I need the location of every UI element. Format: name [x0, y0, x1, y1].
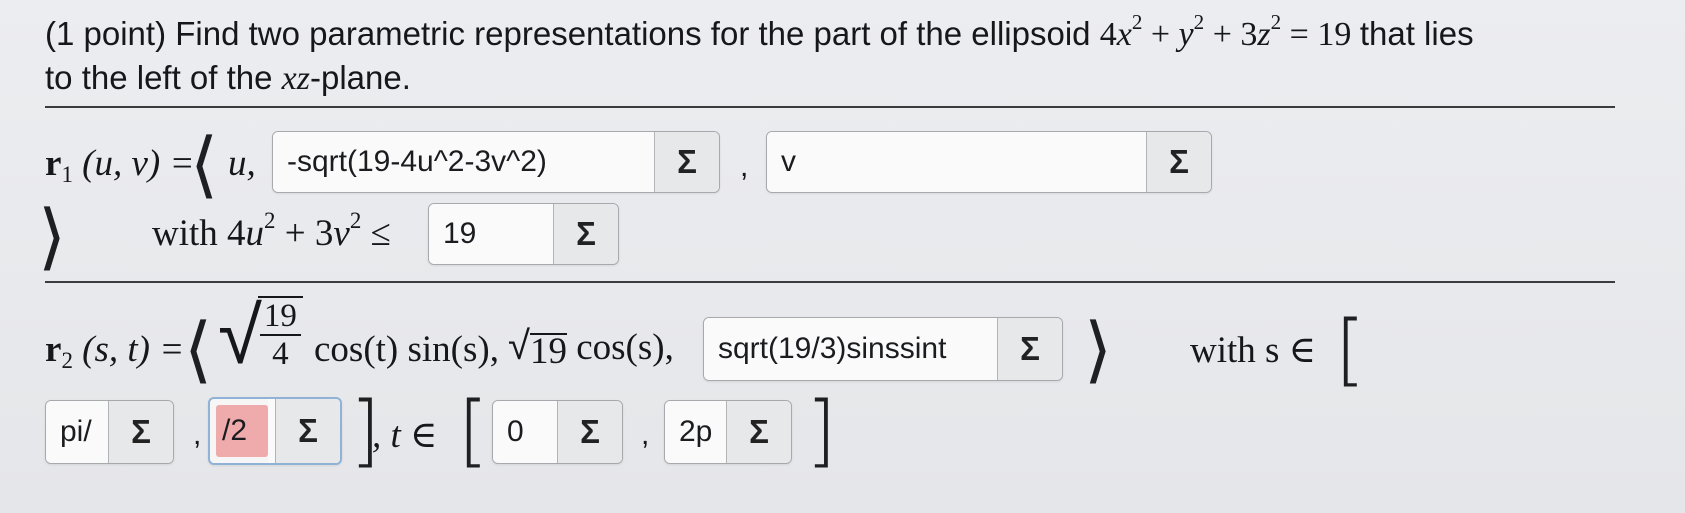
- t-low-sigma-button[interactable]: Σ: [557, 401, 622, 463]
- points-label: (1 point): [45, 15, 167, 52]
- cond-with: with 4: [152, 213, 246, 254]
- t-high-input[interactable]: 2p: [665, 401, 726, 463]
- cond-exp: 2: [264, 207, 276, 233]
- divider-middle: [45, 281, 1615, 283]
- r1-y-sigma-button[interactable]: Σ: [654, 132, 719, 192]
- eq-exp: 2: [1193, 10, 1205, 35]
- plane-var: xz: [281, 60, 310, 97]
- r1-bound-field[interactable]: 19 Σ: [428, 203, 619, 265]
- eq-y: y: [1178, 16, 1194, 53]
- r1-bound-sigma-button[interactable]: Σ: [553, 204, 618, 264]
- eq-plus: + 3: [1204, 16, 1258, 53]
- divider-top: [45, 106, 1615, 108]
- eq-x: x: [1116, 16, 1132, 53]
- s-low-field[interactable]: pi/ Σ: [45, 400, 174, 464]
- eq-rhs: = 19: [1281, 16, 1352, 53]
- question-text-2: to the left of the: [45, 59, 273, 96]
- question-text: Find two parametric representations for …: [175, 15, 1091, 52]
- question-text-3: -plane.: [310, 59, 411, 96]
- cos-s-text: cos(s),: [576, 327, 674, 368]
- t-lbracket: [: [458, 386, 489, 476]
- r2-x-rest: cos(t) sin(s),: [314, 328, 499, 371]
- eq-coef: 4: [1099, 16, 1117, 53]
- r2-with-s: with s ∈: [1190, 330, 1317, 371]
- frac-denominator: 4: [272, 336, 289, 372]
- r1-y-field[interactable]: -sqrt(19-4u^2-3v^2) Σ: [272, 131, 720, 193]
- r1-args: (u, v) =: [82, 143, 195, 184]
- eq-exp: 2: [1131, 10, 1143, 35]
- r1-condition: with 4u2 + 3v2 ≤: [152, 209, 391, 255]
- radical-body: 19 4: [257, 296, 303, 376]
- r1-first-component: u,: [228, 143, 256, 184]
- question-line-1: (1 point) Find two parametric representa…: [45, 12, 1474, 57]
- r2-label: r2 (s, t) =: [45, 328, 185, 373]
- cond-leq: ≤: [361, 213, 391, 254]
- r1-y-input[interactable]: -sqrt(19-4u^2-3v^2): [273, 132, 654, 192]
- t-high-sigma-button[interactable]: Σ: [726, 401, 791, 463]
- fraction: 19 4: [259, 298, 301, 372]
- s-low-sigma-button[interactable]: Σ: [108, 401, 173, 463]
- s-high-sigma-button[interactable]: Σ: [275, 399, 340, 463]
- r2-sub: 2: [61, 347, 73, 373]
- radical-sign-icon: √: [218, 289, 262, 382]
- r2-x-sqrt: √ 19 4: [218, 296, 303, 376]
- t-low-field[interactable]: 0 Σ: [492, 400, 623, 464]
- r2-y-component: √ 19 cos(s),: [508, 323, 674, 372]
- r1-langle: ⟨: [190, 122, 219, 206]
- sqrt-fraction: √ 19 4: [218, 296, 303, 376]
- r2-symbol: r: [45, 329, 62, 370]
- comma: ,: [193, 418, 202, 451]
- t-label: , t ∈: [372, 415, 438, 456]
- r1-z-input[interactable]: v: [767, 132, 1146, 192]
- comma: ,: [641, 418, 650, 451]
- question-line-2: to the left of the xz-plane.: [45, 56, 411, 101]
- t-high-field[interactable]: 2p Σ: [664, 400, 792, 464]
- cond-u: u: [245, 213, 265, 254]
- frac-numerator: 19: [259, 298, 301, 336]
- r1-z-field[interactable]: v Σ: [766, 131, 1212, 193]
- s-lbracket: [: [1335, 305, 1366, 395]
- input-filler: [268, 399, 275, 463]
- r1-bound-input[interactable]: 19: [429, 204, 553, 264]
- eq-z: z: [1257, 16, 1271, 53]
- r2-z-sigma-button[interactable]: Σ: [997, 318, 1062, 380]
- cond-v: v: [333, 213, 350, 254]
- t-low-input[interactable]: 0: [493, 401, 557, 463]
- radical-sign-icon: √: [508, 323, 530, 369]
- eq-plus: +: [1142, 16, 1179, 53]
- question-text-end: that lies: [1359, 15, 1474, 52]
- sqrt-inner: 19: [529, 331, 567, 372]
- cos-sin-text: cos(t) sin(s),: [314, 329, 499, 370]
- r1-label: r1 (u, v) =: [45, 142, 195, 187]
- cond-exp: 2: [349, 207, 362, 233]
- s-high-field[interactable]: /2 Σ: [208, 397, 342, 465]
- eq-exp: 2: [1270, 10, 1282, 35]
- ellipsoid-equation: 4x2 + y2 + 3z2 = 19: [1099, 12, 1360, 53]
- sqrt-19: √ 19: [508, 323, 567, 372]
- s-low-input[interactable]: pi/: [46, 401, 108, 463]
- r1-symbol: r: [45, 143, 62, 184]
- r2-rangle: ⟩: [1084, 307, 1113, 391]
- t-rbracket: ]: [806, 386, 837, 476]
- r2-z-field[interactable]: sqrt(19/3)sinssint Σ: [703, 317, 1063, 381]
- r1-sub: 1: [61, 161, 73, 187]
- r2-args: (s, t) =: [82, 329, 185, 370]
- cond-mid: + 3: [275, 213, 334, 254]
- s-high-input[interactable]: /2: [216, 405, 268, 457]
- r1-z-sigma-button[interactable]: Σ: [1146, 132, 1211, 192]
- r2-z-input[interactable]: sqrt(19/3)sinssint: [704, 318, 997, 380]
- r2-langle: ⟨: [184, 307, 213, 391]
- r1-rangle: ⟩: [38, 194, 67, 278]
- comma: ,: [740, 150, 749, 183]
